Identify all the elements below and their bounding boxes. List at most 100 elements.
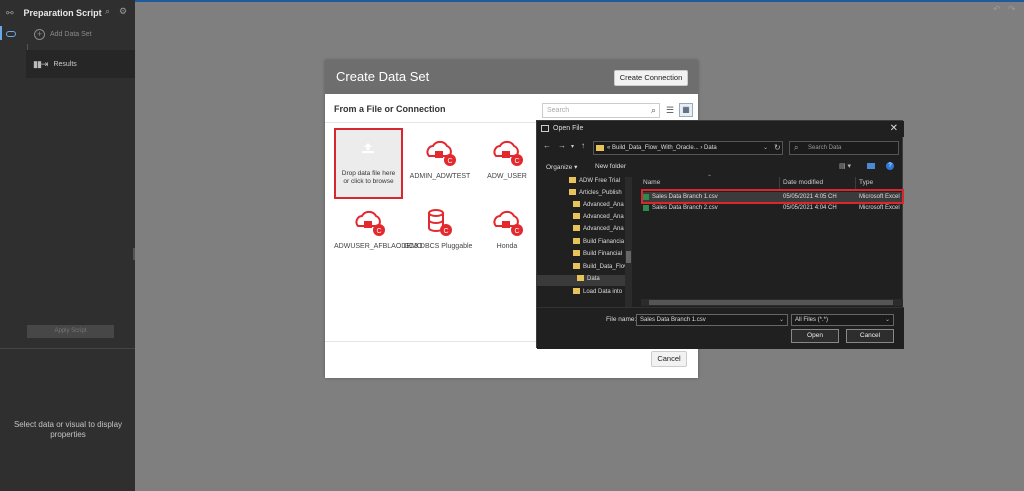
tree-item[interactable]: ADW Free Trial [569,177,631,188]
preview-pane-icon[interactable] [867,163,875,169]
dialog-title: Create Data Set [336,69,430,84]
forward-arrow-icon[interactable]: → [558,141,566,150]
file-name: Sales Data Branch 2.csv [652,205,718,211]
help-icon[interactable]: ? [886,162,894,170]
folder-icon [573,250,580,256]
panel-resize-handle[interactable] [133,248,135,260]
tree-item-label: Advanced_Ana [583,214,624,220]
redo-icon[interactable]: ↷ [1008,4,1016,15]
connection-tile[interactable]: C ADW_USER [472,138,542,181]
drop-file-text: Drop data file here or click to browse [341,170,396,185]
tree-item-label: Load Data into [583,289,623,295]
gear-icon[interactable]: ⚙ [119,6,127,17]
tree-item-label: ADW Free Trial [579,178,621,184]
folder-icon [573,213,580,219]
file-toolbar: Organize ▾ New folder ▤ ▾ ? [537,159,904,175]
column-type[interactable]: Type [859,179,873,186]
svg-text:C: C [514,158,519,165]
drop-file-zone[interactable]: Drop data file here or click to browse [334,128,403,199]
tree-item[interactable]: Build Financial [573,250,633,261]
up-arrow-icon[interactable]: ↑ [581,141,585,150]
tree-item-selected[interactable]: Data [537,275,625,286]
address-bar[interactable]: « Build_Data_Flow_With_Oracle... › Data … [593,141,783,155]
cancel-button[interactable]: Cancel [846,329,894,343]
chevron-down-icon[interactable]: ⌄ [885,316,890,323]
close-icon[interactable]: ✕ [890,123,898,134]
search-icon: ⌕ [794,143,799,152]
svg-text:C: C [447,158,452,165]
undo-icon[interactable]: ↶ [993,4,1001,15]
change-view-icon[interactable]: ▤ ▾ [839,162,851,170]
panel-header: ⚯ Preparation Script ⌕ ⚙ [0,2,135,24]
data-flow-icon: ⚯ [6,7,14,18]
file-list-scrollbar[interactable] [641,299,903,306]
tree-item[interactable]: Advanced_Ana [573,201,633,212]
step-row: + Add Data Set [0,24,135,44]
apply-script-button[interactable]: Apply Script [27,325,114,338]
search-icon[interactable]: ⌕ [105,6,110,17]
connection-tile[interactable]: C ADMIN_ADWTEST [405,138,475,181]
tree-scrollbar[interactable] [625,177,632,307]
new-folder-button[interactable]: New folder [595,163,626,170]
file-name-value: Sales Data Branch 1.csv [640,317,706,323]
column-separator[interactable] [855,177,856,189]
tree-item[interactable]: Build Fianancia [573,238,633,249]
scrollbar-thumb[interactable] [649,300,893,305]
oracle-cloud-icon: C [426,140,456,166]
preparation-panel: ⚯ Preparation Script ⌕ ⚙ + Add Data Set … [0,0,135,491]
database-icon: C [428,209,452,236]
open-button[interactable]: Open [791,329,839,343]
file-row[interactable]: Sales Data Branch 2.csv 05/05/2021 4:04 … [641,203,903,213]
tree-item[interactable]: Articles_Publish [569,189,631,200]
plus-circle-icon[interactable]: + [34,28,45,40]
grid-view-icon[interactable]: ▦ [679,103,693,117]
file-name-input[interactable]: Sales Data Branch 1.csv ⌄ [636,314,788,326]
connection-label: ADWUSER_AFBLAODEMO [334,243,423,250]
search-placeholder: Search [547,107,570,114]
connection-search-input[interactable]: Search ⌕ [542,103,660,118]
back-arrow-icon[interactable]: ← [543,141,551,150]
column-separator[interactable] [779,177,780,189]
search-data-input[interactable]: ⌕ Search Data [789,141,899,155]
active-indicator [0,26,2,40]
connection-tile[interactable]: C Honda [472,208,542,251]
connection-tile[interactable]: C ADWUSER_AFBLAODEMO [334,208,423,251]
open-file-title: Open File [553,125,584,132]
tree-item-label: Build_Data_Flov [583,264,628,270]
scrollbar-thumb[interactable] [626,251,631,263]
upload-icon [362,143,374,153]
create-connection-button[interactable]: Create Connection [614,70,688,86]
file-type-value: All Files (*.*) [795,317,829,323]
panel-divider [0,348,135,349]
chevron-down-icon[interactable]: ⌄ [779,316,784,323]
open-file-dialog: Open File ✕ ← → ▾ ↑ « Build_Data_Flow_Wi… [536,120,904,349]
organize-button[interactable]: Organize ▾ [546,163,577,171]
tree-item[interactable]: Advanced_Ana [573,225,633,236]
results-label: Results [53,60,77,68]
refresh-icon[interactable]: ↻ [774,143,781,152]
tree-item[interactable]: Advanced_Ana [573,213,633,224]
recent-dropdown-icon[interactable]: ▾ [571,143,574,150]
cancel-button[interactable]: Cancel [651,351,687,367]
file-type: Microsoft Excel [859,205,900,211]
add-data-set-label[interactable]: Add Data Set [50,31,92,38]
open-file-titlebar: Open File ✕ [537,121,904,137]
search-placeholder: Search Data [808,145,842,151]
column-date[interactable]: Date modified [783,179,823,186]
tree-item[interactable]: Build_Data_Flov [573,263,633,274]
data-set-icon[interactable] [6,31,16,37]
connection-tile[interactable]: C GC3 DBCS Pluggable [403,208,473,251]
folder-icon [573,238,580,244]
folder-icon [596,145,604,151]
search-icon[interactable]: ⌕ [651,105,656,116]
panel-title: Preparation Script [23,8,102,18]
chevron-down-icon[interactable]: ⌄ [763,144,768,151]
file-type-select[interactable]: All Files (*.*) ⌄ [791,314,894,326]
selection-highlight [641,189,904,204]
column-name[interactable]: Name [643,179,660,186]
tree-item-label: Advanced_Ana [583,226,624,232]
results-step[interactable]: ▮▮⇥ Results [26,50,135,78]
svg-text:C: C [376,228,381,235]
tree-item[interactable]: Load Data into [573,288,633,299]
list-view-icon[interactable]: ☰ [666,105,674,116]
